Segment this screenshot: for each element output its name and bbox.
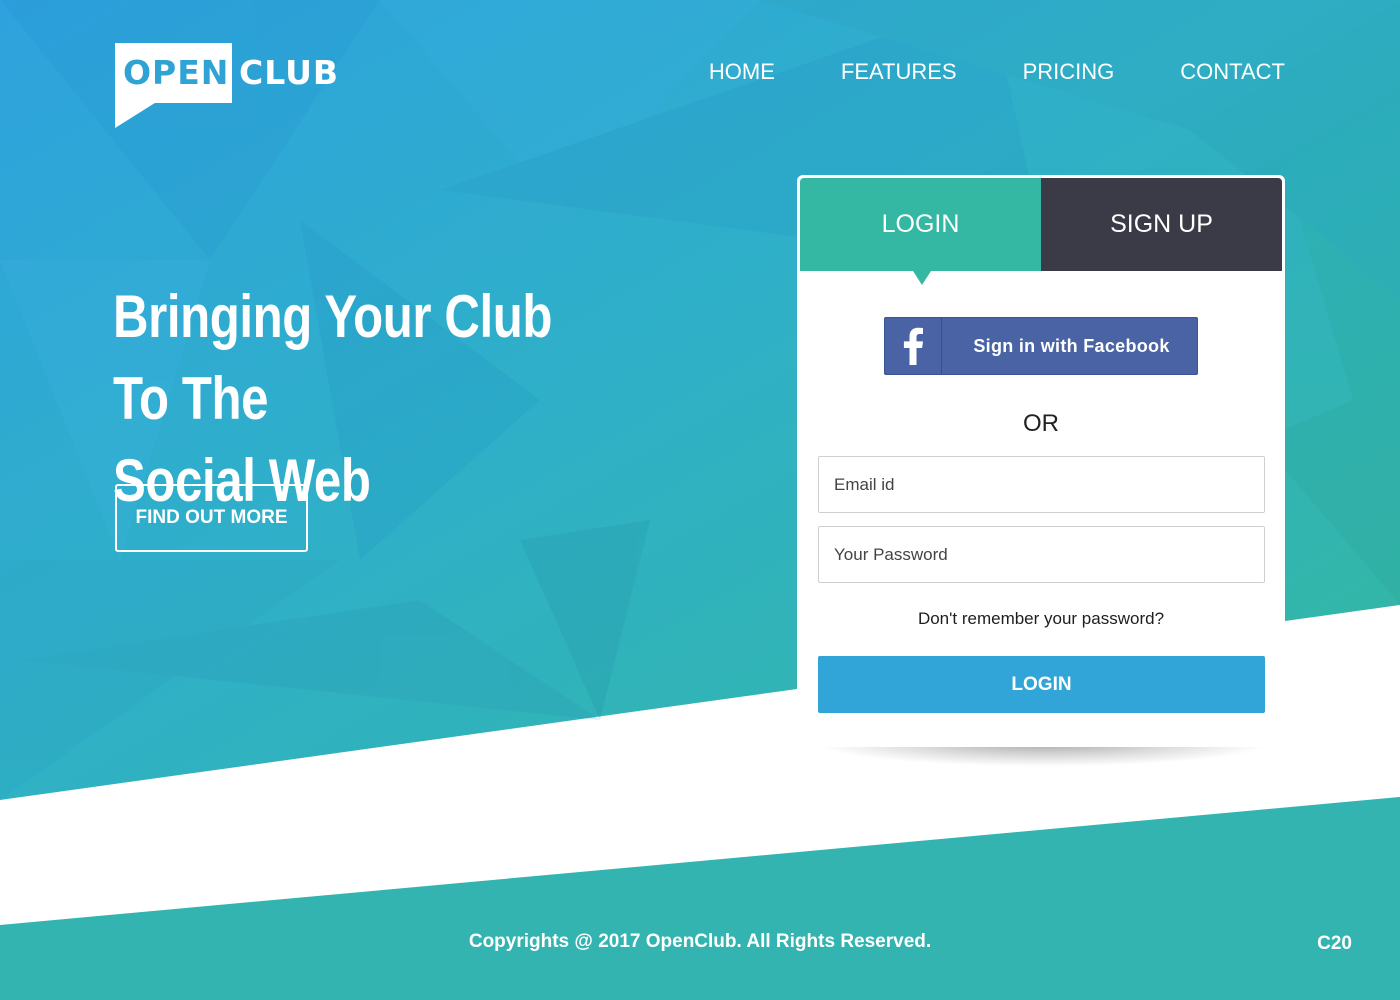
main-nav: HOME FEATURES PRICING CONTACT bbox=[643, 58, 1285, 86]
nav-pricing-link[interactable]: PRICING bbox=[1023, 58, 1115, 86]
nav-contact-link[interactable]: CONTACT bbox=[1180, 58, 1285, 86]
logo-text-open: OPEN bbox=[123, 53, 230, 92]
find-out-more-button[interactable]: FIND OUT MORE bbox=[115, 484, 308, 552]
password-field[interactable] bbox=[818, 526, 1265, 583]
logo-badge-tail bbox=[115, 101, 158, 128]
auth-tabs: LOGIN SIGN UP bbox=[800, 178, 1282, 285]
facebook-icon bbox=[885, 318, 942, 374]
hero-title-line-1: Bringing Your Club To The bbox=[113, 283, 553, 432]
facebook-signin-label: Sign in with Facebook bbox=[973, 335, 1170, 356]
footer-copyright: Copyrights @ 2017 OpenClub. All Rights R… bbox=[468, 931, 932, 952]
tab-sign-up[interactable]: SIGN UP bbox=[1041, 178, 1282, 271]
login-card: LOGIN SIGN UP Sign in with Facebook OR D… bbox=[797, 175, 1285, 747]
footer-code: C20 bbox=[1317, 933, 1352, 954]
openclub-logo[interactable]: OPEN CLUB bbox=[115, 43, 338, 129]
tab-login[interactable]: LOGIN bbox=[800, 178, 1041, 271]
or-divider: OR bbox=[1023, 410, 1059, 437]
forgot-password-link[interactable]: Don't remember your password? bbox=[800, 609, 1282, 629]
nav-home-link[interactable]: HOME bbox=[709, 58, 775, 86]
facebook-signin-button[interactable]: Sign in with Facebook bbox=[884, 317, 1198, 375]
login-submit-button[interactable]: LOGIN bbox=[818, 656, 1265, 713]
nav-features-link[interactable]: FEATURES bbox=[841, 58, 957, 86]
email-field[interactable] bbox=[818, 456, 1265, 513]
active-tab-pointer bbox=[913, 271, 931, 285]
logo-text-club: CLUB bbox=[239, 53, 340, 92]
